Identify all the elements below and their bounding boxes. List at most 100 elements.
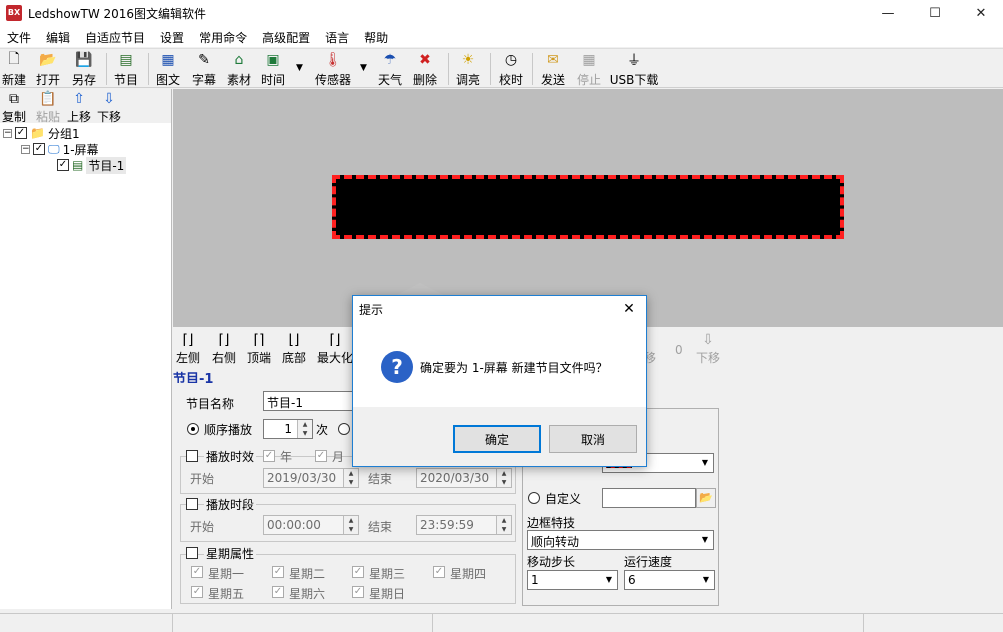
- sensor-dropdown-icon[interactable]: ▼: [360, 63, 367, 73]
- menu-advanced[interactable]: 高级配置: [255, 27, 318, 47]
- send-button[interactable]: ✉ 发送: [541, 50, 565, 88]
- spin-arrows-icon[interactable]: ▲ ▼: [343, 469, 358, 487]
- thursday-checkbox[interactable]: ✓: [433, 566, 445, 578]
- sunday-label: 星期日: [369, 587, 406, 601]
- maximize-area-button[interactable]: ⌈⌋ 最大化: [317, 332, 353, 370]
- open-button[interactable]: 📂 打开: [36, 50, 60, 88]
- copy-button[interactable]: ⧉ 复制: [2, 91, 26, 129]
- led-screen-preview[interactable]: [332, 175, 844, 239]
- end-time-input[interactable]: 23:59:59 ▲ ▼: [416, 515, 512, 535]
- menu-edit[interactable]: 编辑: [39, 27, 78, 47]
- time-button[interactable]: ▣ 时间: [261, 50, 285, 88]
- time-dropdown-icon[interactable]: ▼: [296, 63, 303, 73]
- tree-item-screen[interactable]: − ✓ 🖵 1-屏幕: [21, 141, 99, 157]
- new-button[interactable]: 🗋 新建: [2, 50, 26, 88]
- menu-language[interactable]: 语言: [318, 27, 357, 47]
- sensor-button[interactable]: 🌡 传感器: [315, 50, 351, 88]
- cancel-button[interactable]: 取消: [549, 425, 637, 453]
- seq-play-radio[interactable]: [187, 423, 199, 435]
- title-bar: BX LedshowTW 2016图文编辑软件 — ☐ ✕: [0, 0, 1003, 27]
- other-play-radio[interactable]: [338, 423, 350, 435]
- paste-button[interactable]: 📋 粘贴: [36, 91, 60, 129]
- arrow-down-icon: ⇩: [103, 91, 115, 107]
- chevron-down-icon: ▼: [701, 458, 709, 467]
- year-checkbox[interactable]: ✓: [263, 450, 275, 462]
- ok-button[interactable]: 确定: [453, 425, 541, 453]
- window-title: LedshowTW 2016图文编辑软件: [28, 7, 207, 21]
- delete-button[interactable]: ✖ 删除: [413, 50, 437, 88]
- graphic-text-icon: ▦: [161, 52, 175, 68]
- validity-label: 播放时效: [204, 448, 257, 465]
- start-time-input[interactable]: 00:00:00 ▲ ▼: [263, 515, 359, 535]
- program-button[interactable]: ▤ 节目: [114, 50, 138, 88]
- group-checkbox[interactable]: ✓: [15, 127, 27, 139]
- end-date-input[interactable]: 2020/03/30 ▲ ▼: [416, 468, 512, 488]
- graphic-button[interactable]: ▦ 图文: [156, 50, 180, 88]
- dialog-close-button[interactable]: ✕: [611, 296, 647, 322]
- program-name-input[interactable]: 节目-1: [263, 391, 359, 411]
- validity-checkbox[interactable]: [186, 450, 198, 462]
- menu-adaptive[interactable]: 自适应节目: [78, 27, 153, 47]
- step-select[interactable]: 1 ▼: [527, 570, 618, 590]
- menu-file[interactable]: 文件: [0, 27, 39, 47]
- maximize-button[interactable]: ☐: [912, 0, 958, 27]
- tuesday-checkbox[interactable]: ✓: [272, 566, 284, 578]
- program-checkbox[interactable]: ✓: [57, 159, 69, 171]
- spin-arrows-icon[interactable]: ▲ ▼: [496, 516, 511, 534]
- tree-item-program[interactable]: ✓ ▤ 节目-1: [57, 156, 127, 174]
- move-up-button[interactable]: ⇧ 上移: [67, 91, 91, 129]
- collapse-icon[interactable]: −: [21, 144, 30, 154]
- stop-button[interactable]: ▦ 停止: [577, 50, 601, 88]
- friday-checkbox[interactable]: ✓: [191, 586, 203, 598]
- weekday-checkbox[interactable]: [186, 547, 198, 559]
- timing-button[interactable]: ◷ 校时: [499, 50, 523, 88]
- saveas-button[interactable]: 💾 另存: [72, 50, 96, 88]
- align-right-button[interactable]: ⌈⌋ 右侧: [212, 332, 236, 370]
- close-window-button[interactable]: ✕: [958, 0, 1003, 27]
- collapse-icon[interactable]: −: [3, 128, 12, 138]
- align-left-button[interactable]: ⌈⌋ 左侧: [176, 332, 200, 370]
- spin-arrows-icon[interactable]: ▲ ▼: [343, 516, 358, 534]
- move-down-button[interactable]: ⇩ 下移: [97, 91, 121, 129]
- weather-button[interactable]: ☂ 天气: [378, 50, 402, 88]
- toolbar-separator: [448, 53, 449, 85]
- subtitle-button[interactable]: ✎ 字幕: [192, 50, 216, 88]
- layer-index: 0: [675, 343, 683, 357]
- month-checkbox[interactable]: ✓: [315, 450, 327, 462]
- usb-download-button[interactable]: ⏚ USB下载: [610, 50, 659, 88]
- play-count-stepper[interactable]: 1 ▲ ▼: [263, 419, 313, 439]
- monday-checkbox[interactable]: ✓: [191, 566, 203, 578]
- speed-value: 6: [628, 573, 636, 587]
- saturday-checkbox[interactable]: ✓: [272, 586, 284, 598]
- toolbar-separator: [532, 53, 533, 85]
- start-time-label: 开始: [190, 520, 215, 534]
- menu-commands[interactable]: 常用命令: [192, 27, 255, 47]
- subtitle-icon: ✎: [198, 52, 210, 68]
- save-icon: 💾: [75, 52, 93, 68]
- spin-arrows-icon[interactable]: ▲ ▼: [496, 469, 511, 487]
- screen-checkbox[interactable]: ✓: [33, 143, 45, 155]
- align-bottom-button[interactable]: ⌊⌋ 底部: [282, 332, 306, 370]
- tree-item-group[interactable]: − ✓ 📁 分组1: [3, 125, 80, 141]
- minimize-button[interactable]: —: [865, 0, 911, 27]
- spin-arrows-icon[interactable]: ▲ ▼: [297, 420, 312, 438]
- move-down-area-button[interactable]: ⇩ 下移: [695, 332, 721, 370]
- start-date-input[interactable]: 2019/03/30 ▲ ▼: [263, 468, 359, 488]
- weather-icon: ☂: [383, 52, 397, 68]
- menu-help[interactable]: 帮助: [357, 27, 396, 47]
- browse-folder-icon[interactable]: 📂: [696, 488, 716, 508]
- material-button[interactable]: ⌂ 素材: [227, 50, 251, 88]
- speed-select[interactable]: 6 ▼: [624, 570, 715, 590]
- custom-border-radio[interactable]: [528, 492, 540, 504]
- program-icon: ▤: [72, 158, 84, 172]
- sunday-checkbox[interactable]: ✓: [352, 586, 364, 598]
- brightness-button[interactable]: ☀ 调亮: [456, 50, 480, 88]
- clock-icon: ◷: [504, 52, 518, 68]
- custom-border-path-input[interactable]: [602, 488, 696, 508]
- menu-settings[interactable]: 设置: [153, 27, 192, 47]
- wednesday-checkbox[interactable]: ✓: [352, 566, 364, 578]
- period-checkbox[interactable]: [186, 498, 198, 510]
- border-effect-select[interactable]: 顺向转动 ▼: [527, 530, 714, 550]
- align-top-button[interactable]: ⌈⌉ 顶端: [247, 332, 271, 370]
- program-name-label: 节目名称: [186, 397, 235, 411]
